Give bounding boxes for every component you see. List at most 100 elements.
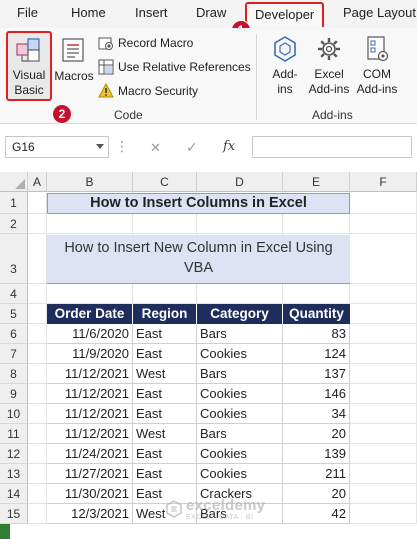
cell-order-date[interactable]: 11/12/2021 — [47, 424, 133, 444]
row-header-10[interactable]: 10 — [0, 404, 28, 424]
table-header-order-date[interactable]: Order Date — [47, 304, 133, 324]
row-header-3[interactable]: 3 — [0, 234, 28, 284]
name-box-value: G16 — [12, 140, 35, 154]
column-header-a[interactable]: A — [28, 172, 47, 192]
cell-quantity[interactable]: 211 — [283, 464, 350, 484]
tab-draw[interactable]: Draw — [196, 5, 226, 20]
cell-category[interactable]: Bars — [197, 324, 283, 344]
name-box[interactable]: G16 — [5, 136, 109, 158]
cell-region[interactable]: East — [133, 384, 197, 404]
vertical-dots-icon: ⋮ — [115, 138, 129, 154]
cell-quantity[interactable]: 83 — [283, 324, 350, 344]
cell-quantity[interactable]: 20 — [283, 424, 350, 444]
cell-quantity[interactable]: 124 — [283, 344, 350, 364]
cell-order-date[interactable]: 11/12/2021 — [47, 384, 133, 404]
cell-quantity[interactable]: 20 — [283, 484, 350, 504]
gear-icon — [318, 38, 340, 60]
cell-order-date[interactable]: 11/12/2021 — [47, 364, 133, 384]
sheet-tab-indicator[interactable] — [0, 524, 10, 539]
visual-basic-label-2: Basic — [14, 83, 44, 97]
cell-category[interactable]: Cookies — [197, 404, 283, 424]
enter-icon[interactable]: ✓ — [186, 139, 198, 156]
macros-label: Macros — [54, 69, 94, 83]
cell-order-date[interactable]: 11/27/2021 — [47, 464, 133, 484]
visual-basic-icon — [16, 38, 40, 62]
add-ins-label-2: ins — [277, 82, 293, 96]
cell-region[interactable]: East — [133, 464, 197, 484]
cell-quantity[interactable]: 139 — [283, 444, 350, 464]
formula-input[interactable] — [252, 136, 412, 158]
tab-file[interactable]: File — [17, 5, 38, 20]
row-header-9[interactable]: 9 — [0, 384, 28, 404]
gridline — [28, 233, 417, 234]
cell-quantity[interactable]: 146 — [283, 384, 350, 404]
record-macro-button[interactable]: Record Macro — [98, 33, 193, 53]
cell-order-date[interactable]: 11/6/2020 — [47, 324, 133, 344]
cell-region[interactable]: East — [133, 344, 197, 364]
row-header-14[interactable]: 14 — [0, 484, 28, 504]
subtitle-line-2: VBA — [183, 260, 213, 276]
cancel-icon[interactable]: ✕ — [150, 140, 161, 156]
table-header-region[interactable]: Region — [133, 304, 197, 324]
com-add-ins-button[interactable]: COM Add-ins — [353, 34, 401, 97]
cell-quantity[interactable]: 34 — [283, 404, 350, 424]
cell-region[interactable]: West — [133, 424, 197, 444]
row-header-1[interactable]: 1 — [0, 192, 28, 214]
row-header-6[interactable]: 6 — [0, 324, 28, 344]
select-all-corner[interactable] — [0, 172, 28, 192]
cell-category[interactable]: Cookies — [197, 464, 283, 484]
excel-add-ins-label-1: Excel — [314, 67, 344, 81]
tab-insert[interactable]: Insert — [135, 5, 168, 20]
row-header-11[interactable]: 11 — [0, 424, 28, 444]
sheet-subtitle[interactable]: How to Insert New Column in Excel Using … — [47, 235, 350, 284]
table-header-category[interactable]: Category — [197, 304, 283, 324]
macro-security-button[interactable]: Macro Security — [98, 81, 198, 101]
com-add-ins-label-2: Add-ins — [356, 82, 398, 96]
cell-category[interactable]: Cookies — [197, 344, 283, 364]
cell-order-date[interactable]: 11/12/2021 — [47, 404, 133, 424]
macros-button[interactable]: Macros — [54, 35, 94, 84]
cell-order-date[interactable]: 11/9/2020 — [47, 344, 133, 364]
row-header-13[interactable]: 13 — [0, 464, 28, 484]
cell-region[interactable]: East — [133, 404, 197, 424]
column-header-e[interactable]: E — [283, 172, 350, 192]
tab-page-layout[interactable]: Page Layout — [343, 5, 416, 20]
cell-order-date[interactable]: 11/24/2021 — [47, 444, 133, 464]
column-header-d[interactable]: D — [197, 172, 283, 192]
insert-function-icon[interactable]: fx — [223, 139, 235, 154]
row-header-2[interactable]: 2 — [0, 214, 28, 234]
add-ins-button[interactable]: Add- ins — [266, 34, 304, 97]
row-header-7[interactable]: 7 — [0, 344, 28, 364]
tab-developer[interactable]: Developer — [245, 2, 325, 27]
column-header-c[interactable]: C — [133, 172, 197, 192]
cell-category[interactable]: Cookies — [197, 444, 283, 464]
cell-order-date[interactable]: 11/30/2021 — [47, 484, 133, 504]
cell-order-date[interactable]: 12/3/2021 — [47, 504, 133, 524]
row-header-15[interactable]: 15 — [0, 504, 28, 524]
cell-category[interactable]: Cookies — [197, 384, 283, 404]
row-header-12[interactable]: 12 — [0, 444, 28, 464]
table-header-quantity[interactable]: Quantity — [283, 304, 350, 324]
column-header-b[interactable]: B — [47, 172, 133, 192]
cell-quantity[interactable]: 137 — [283, 364, 350, 384]
cell-category[interactable]: Bars — [197, 424, 283, 444]
worksheet-grid[interactable]: A B C D E F 1 2 3 4 5 6 7 8 9 10 11 12 1… — [0, 172, 417, 539]
cell-region[interactable]: East — [133, 324, 197, 344]
chevron-down-icon[interactable] — [96, 144, 104, 150]
formula-bar: G16 ⋮ ✕ ✓ fx — [0, 124, 417, 172]
cell-quantity[interactable]: 42 — [283, 504, 350, 524]
excel-add-ins-button[interactable]: Excel Add-ins — [305, 34, 353, 97]
use-relative-references-button[interactable]: Use Relative References — [98, 57, 251, 77]
visual-basic-button[interactable]: Visual Basic — [6, 31, 52, 101]
cell-region[interactable]: East — [133, 444, 197, 464]
cell-category[interactable]: Bars — [197, 364, 283, 384]
cell-region[interactable]: West — [133, 364, 197, 384]
tab-home[interactable]: Home — [71, 5, 106, 20]
row-header-8[interactable]: 8 — [0, 364, 28, 384]
column-header-f[interactable]: F — [350, 172, 417, 192]
sheet-title[interactable]: How to Insert Columns in Excel — [47, 193, 350, 214]
corner-triangle-icon — [15, 179, 25, 189]
row-header-4[interactable]: 4 — [0, 284, 28, 304]
add-ins-group-label: Add-ins — [312, 108, 353, 122]
row-header-5[interactable]: 5 — [0, 304, 28, 324]
